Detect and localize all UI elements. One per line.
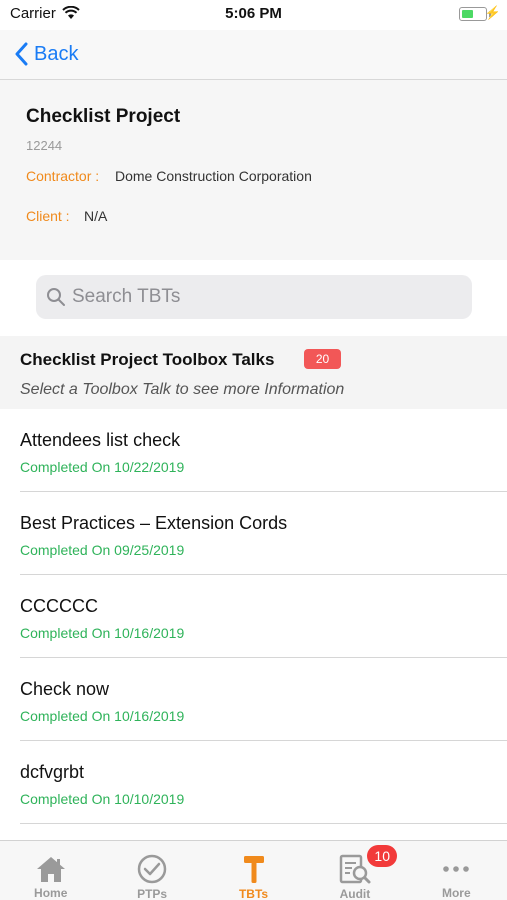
tab-audit[interactable]: Audit 10 — [304, 841, 405, 900]
tab-label: More — [441, 886, 471, 900]
hammer-icon — [243, 856, 264, 883]
list-item[interactable]: CCCCCC Completed On 10/16/2019 — [0, 575, 507, 658]
battery-level — [462, 10, 473, 18]
list-item[interactable]: Check now Completed On 10/16/2019 — [0, 658, 507, 741]
tab-home[interactable]: Home — [0, 841, 101, 900]
tab-tbts[interactable]: TBTs — [203, 841, 304, 900]
item-title: Check now — [20, 679, 110, 699]
tab-bar: Home PTPs TBTs Audit 10 More — [0, 840, 507, 900]
item-title: dcfvgrbt — [20, 762, 85, 782]
project-id: 12244 — [26, 138, 63, 153]
contractor-value: Dome Construction Corporation — [115, 168, 312, 184]
item-title: Best Practices – Extension Cords — [20, 513, 288, 533]
tab-more[interactable]: More — [406, 841, 507, 900]
list-item[interactable]: Attendees list check Completed On 10/22/… — [0, 409, 507, 492]
search-input[interactable] — [72, 286, 452, 308]
tab-ptps[interactable]: PTPs — [101, 841, 202, 900]
tab-label: Audit — [339, 887, 371, 900]
section-subtitle: Select a Toolbox Talk to see more Inform… — [20, 381, 345, 398]
tab-label: TBTs — [238, 887, 269, 900]
status-time: 5:06 PM — [225, 5, 282, 22]
chevron-left-icon — [15, 42, 28, 66]
count-badge: 20 — [304, 349, 341, 369]
battery-icon — [459, 7, 487, 21]
item-status: Completed On 10/10/2019 — [20, 791, 185, 807]
notification-badge: 10 — [367, 845, 398, 867]
check-circle-icon — [137, 854, 167, 884]
divider — [20, 823, 507, 824]
back-button[interactable]: Back — [14, 38, 78, 70]
client-value: N/A — [84, 208, 108, 224]
section-title: Checklist Project Toolbox Talks — [20, 350, 275, 369]
search-section — [0, 260, 507, 336]
item-status: Completed On 10/22/2019 — [20, 459, 185, 475]
tab-label: PTPs — [137, 887, 168, 900]
search-box[interactable] — [36, 275, 472, 319]
search-icon — [47, 288, 65, 306]
toolbox-talk-list: Attendees list check Completed On 10/22/… — [0, 409, 507, 824]
home-icon — [36, 856, 65, 882]
item-status: Completed On 09/25/2019 — [20, 542, 185, 558]
project-card: Checklist Project 12244 Contractor : Dom… — [0, 80, 507, 260]
charging-icon: ⚡ — [484, 5, 501, 20]
contractor-label: Contractor : — [26, 168, 100, 184]
item-title: CCCCCC — [20, 596, 98, 616]
back-label: Back — [34, 42, 79, 65]
tab-label: Home — [34, 886, 68, 900]
list-item[interactable]: dcfvgrbt Completed On 10/10/2019 — [0, 741, 507, 824]
client-label: Client : — [26, 208, 70, 224]
list-item[interactable]: Best Practices – Extension Cords Complet… — [0, 492, 507, 575]
item-title: Attendees list check — [20, 430, 181, 450]
section-header: Checklist Project Toolbox Talks 20 Selec… — [0, 336, 507, 409]
more-icon — [443, 865, 470, 872]
item-status: Completed On 10/16/2019 — [20, 708, 185, 724]
navigation-bar: Back — [0, 30, 507, 80]
project-title: Checklist Project — [26, 106, 181, 127]
status-bar: Carrier 5:06 PM ⚡ — [0, 0, 507, 30]
item-status: Completed On 10/16/2019 — [20, 625, 185, 641]
